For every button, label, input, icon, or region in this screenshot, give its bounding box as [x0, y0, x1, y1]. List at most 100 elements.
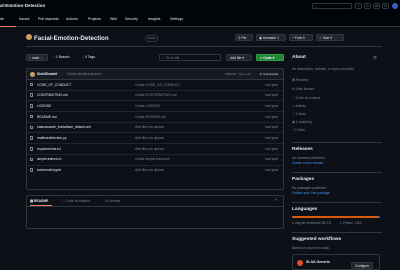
repo-path[interactable]: al-Emotion-Detection: [0, 3, 45, 8]
sidebar-link-stars[interactable]: ☆ 0 stars: [292, 112, 306, 116]
tab-security[interactable]: Security: [125, 17, 138, 21]
file-row[interactable]: realtimedetection.py Add files via upload…: [27, 133, 283, 145]
pull-requests-icon[interactable]: ⇄: [373, 3, 380, 9]
file-row[interactable]: CODE_OF_CONDUCT Create CODE_OF_CONDUCT las…: [27, 80, 283, 91]
commit-count[interactable]: ◷ 9 Commits: [260, 72, 278, 76]
file-commit-message[interactable]: Add files via upload: [135, 147, 164, 151]
file-commit-message[interactable]: Create LICENSE: [135, 104, 160, 108]
file-row[interactable]: requirements.txt Add files via upload last…: [27, 144, 283, 155]
sidebar-link-readme[interactable]: ▤ Readme: [292, 78, 309, 82]
repo-name[interactable]: Facial-Emotion-Detection: [34, 35, 109, 42]
file-row[interactable]: haarcascade_frontalface_default.xml Add f…: [27, 123, 283, 134]
releases-heading[interactable]: Releases: [292, 147, 313, 152]
tab-wiki[interactable]: Wiki: [110, 17, 117, 21]
file-name[interactable]: realtimedetection.py: [37, 136, 67, 140]
book-icon: ▤: [292, 78, 296, 82]
create-new-button[interactable]: +: [355, 3, 362, 9]
language-dot: ●: [340, 221, 342, 225]
file-row[interactable]: simple-trained.m Create simple-trained.m l…: [27, 155, 283, 166]
branch-name: main: [32, 56, 40, 60]
code-button[interactable]: ‹› Code ▾: [256, 54, 284, 61]
sidebar-link-label: Activity: [295, 104, 306, 108]
tags-link[interactable]: ⌂ 0 Tags: [82, 54, 95, 61]
user-avatar[interactable]: [392, 3, 398, 9]
create-release-link[interactable]: Create a new release: [292, 161, 323, 165]
issues-icon[interactable]: ⊙: [364, 3, 371, 9]
owner-avatar[interactable]: [26, 34, 32, 40]
file-row[interactable]: trainmodel.ipynb Add files via upload last…: [27, 166, 283, 176]
file-commit-message[interactable]: Create simple-trained.m: [135, 157, 170, 161]
language-python[interactable]: ● Python 1.8%: [340, 221, 362, 225]
tab-insights[interactable]: Insights: [148, 17, 160, 21]
star-button[interactable]: ☆ Star 0: [316, 34, 344, 41]
workflows-subtitle: Based on your tech stack: [292, 246, 330, 250]
file-icon: [30, 157, 33, 162]
author-avatar[interactable]: [30, 71, 35, 77]
file-name[interactable]: CONTRIBUTING.md: [37, 93, 68, 97]
sidebar-link-forks[interactable]: ⑂ 0 forks: [292, 128, 305, 132]
file-name[interactable]: trainmodel.ipynb: [37, 168, 61, 172]
language-jupyter[interactable]: ● Jupyter Notebook 98.2%: [292, 221, 331, 225]
go-to-file-input[interactable]: ⌕ Go to file: [159, 54, 221, 61]
gear-icon[interactable]: ⚙: [373, 55, 377, 61]
fork-icon: ⑂: [292, 36, 295, 40]
file-commit-message[interactable]: Add files via upload: [135, 168, 164, 172]
edit-icon[interactable]: ✎: [275, 198, 278, 202]
tab-settings[interactable]: Settings: [170, 17, 183, 21]
branch-selector[interactable]: ⑂ main ▾: [26, 54, 48, 61]
packages-heading[interactable]: Packages: [292, 177, 314, 182]
pin-button[interactable]: ⚲ Pin: [235, 34, 253, 41]
file-commit-message[interactable]: Create CODE_OF_CONDUCT: [135, 83, 180, 87]
tab-pull-requests[interactable]: Pull requests: [38, 17, 59, 21]
file-name[interactable]: README.md: [37, 115, 57, 119]
tag-icon: ⌂: [82, 55, 85, 59]
sidebar-link-conduct[interactable]: ♡ Code of conduct: [292, 96, 320, 100]
license-tab[interactable]: ⚖ License: [105, 199, 120, 203]
tab-actions[interactable]: Actions: [66, 17, 78, 21]
add-file-button[interactable]: Add file ▾: [226, 54, 252, 61]
file-name[interactable]: haarcascade_frontalface_default.xml: [37, 125, 91, 129]
sidebar-link-activity[interactable]: ∿ Activity: [292, 104, 306, 108]
file-row[interactable]: LICENSE Create LICENSE last year: [27, 101, 283, 113]
file-name[interactable]: LICENSE: [37, 104, 51, 108]
commit-message[interactable]: Create simple-trained.m: [67, 72, 102, 76]
language-bar: [292, 216, 380, 218]
file-commit-message[interactable]: Create CONTRIBUTING.md: [135, 93, 176, 97]
branches-link[interactable]: ⑂ 1 Branch: [53, 54, 70, 61]
tab-projects[interactable]: Projects: [88, 17, 101, 21]
search-icon: ⌕: [315, 4, 317, 9]
tab-issues[interactable]: Issues: [19, 17, 29, 21]
tab-code[interactable]: de: [0, 17, 4, 21]
configure-button[interactable]: Configure: [351, 262, 373, 269]
sidebar-link-license[interactable]: ⚖ View license: [292, 87, 314, 91]
fork-icon: ⑂: [292, 128, 294, 132]
code-of-conduct-tab[interactable]: ♡ Code of conduct: [62, 199, 90, 203]
readme-panel: ▤ README ♡ Code of conduct ⚖ License ✎: [26, 195, 284, 229]
star-label: Star: [323, 36, 330, 40]
file-name[interactable]: requirements.txt: [37, 147, 61, 151]
sidebar-link-watching[interactable]: ◉ 1 watching: [292, 120, 312, 124]
file-commit-time: last year: [265, 146, 278, 151]
fork-button[interactable]: ⑂ Fork 0: [289, 34, 313, 41]
file-row[interactable]: README.md Create README.md last year: [27, 112, 283, 123]
file-row[interactable]: CONTRIBUTING.md Create CONTRIBUTING.md las…: [27, 91, 283, 102]
file-commit-time: last year: [265, 157, 278, 162]
readme-tab[interactable]: ▤ README: [30, 199, 48, 203]
slsa-logo-icon: [297, 260, 303, 266]
file-name[interactable]: simple-trained.m: [37, 157, 61, 161]
inbox-icon[interactable]: ✉: [382, 3, 389, 9]
unwatch-button[interactable]: ◉ Unwatch 1: [256, 34, 286, 41]
commit-author[interactable]: DishiShaarkf: [37, 72, 57, 76]
branches-count: 1 Branch: [56, 55, 70, 59]
heart-icon: ♡: [62, 199, 65, 203]
file-commit-message[interactable]: Create README.md: [135, 115, 165, 119]
license-tab-label: License: [108, 199, 121, 203]
search-input[interactable]: ⌕: [312, 3, 352, 9]
file-commit-message[interactable]: Add files via upload: [135, 136, 164, 140]
code-of-conduct-tab-label: Code of conduct: [65, 199, 90, 203]
file-name[interactable]: CODE_OF_CONDUCT: [37, 83, 71, 87]
commit-hash[interactable]: 9f0b2b0 · last year: [225, 72, 251, 76]
publish-package-link[interactable]: Publish your first package: [292, 191, 330, 195]
workflow-card: SLSA Generic Configure: [292, 254, 380, 270]
file-commit-message[interactable]: Add files via upload: [135, 125, 164, 129]
